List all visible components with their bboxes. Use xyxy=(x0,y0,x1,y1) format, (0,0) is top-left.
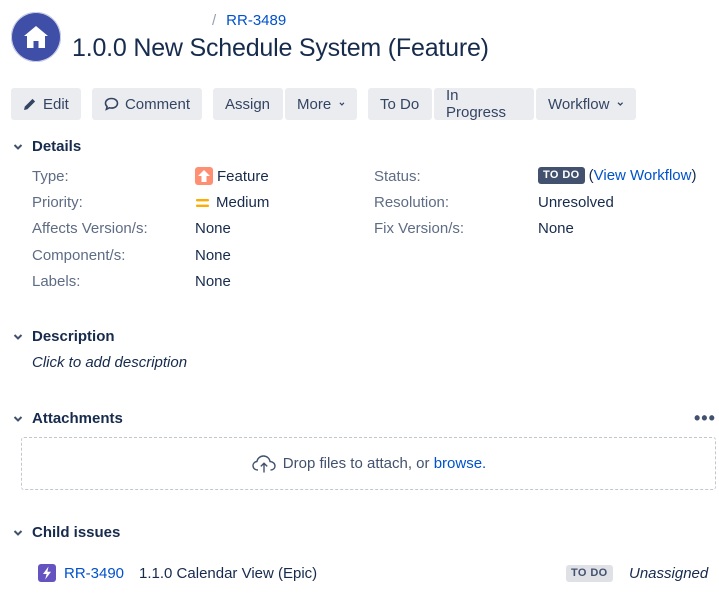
status-lozenge: TO DO xyxy=(538,167,585,184)
edit-button[interactable]: Edit xyxy=(11,88,81,120)
assign-label: Assign xyxy=(225,95,271,113)
workflow-button[interactable]: Workflow xyxy=(536,88,636,120)
pencil-icon xyxy=(24,98,36,110)
labels-value[interactable]: None xyxy=(195,273,231,290)
more-button[interactable]: More xyxy=(285,88,357,120)
in-progress-label: In Progress xyxy=(446,87,507,121)
comment-icon xyxy=(104,97,119,111)
comment-button[interactable]: Comment xyxy=(92,88,202,120)
type-label: Type: xyxy=(32,168,69,185)
child-issue-assignee: Unassigned xyxy=(629,564,709,582)
status-label: Status: xyxy=(374,168,421,185)
chevron-down-icon[interactable] xyxy=(10,139,26,155)
view-workflow-close-paren: ) xyxy=(691,167,697,184)
child-issue-row[interactable]: RR-3490 1.1.0 Calendar View (Epic) TO DO… xyxy=(38,562,710,584)
attachments-more-icon[interactable]: ••• xyxy=(694,408,716,429)
breadcrumb-separator: / xyxy=(212,12,217,29)
attachments-heading: Attachments xyxy=(32,410,123,427)
fix-version-value[interactable]: None xyxy=(538,220,574,237)
chevron-down-icon[interactable] xyxy=(10,525,26,541)
cloud-upload-icon xyxy=(252,454,276,472)
component-value[interactable]: None xyxy=(195,247,231,264)
page-title[interactable]: 1.0.0 New Schedule System (Feature) xyxy=(72,34,489,63)
labels-label: Labels: xyxy=(32,273,81,290)
attachments-section-header[interactable]: Attachments xyxy=(10,410,123,427)
to-do-label: To Do xyxy=(380,95,420,113)
description-section-header[interactable]: Description xyxy=(10,328,115,345)
house-icon xyxy=(24,26,48,48)
breadcrumb-issue-key[interactable]: RR-3489 xyxy=(226,12,286,29)
more-label: More xyxy=(297,95,332,113)
priority-value-text: Medium xyxy=(216,194,270,211)
drop-text: Drop files to attach, or xyxy=(282,455,430,472)
resolution-label: Resolution: xyxy=(374,194,450,211)
view-workflow-link[interactable]: View Workflow xyxy=(594,167,692,184)
browse-link[interactable]: browse. xyxy=(434,455,487,472)
assign-button[interactable]: Assign xyxy=(213,88,283,120)
priority-medium-icon xyxy=(196,198,209,207)
details-section-header[interactable]: Details xyxy=(10,138,81,155)
in-progress-button[interactable]: In Progress xyxy=(434,87,534,121)
affects-version-label: Affects Version/s: xyxy=(32,220,148,237)
type-value-text: Feature xyxy=(217,167,269,185)
to-do-button[interactable]: To Do xyxy=(368,88,432,120)
project-avatar[interactable] xyxy=(11,12,61,62)
workflow-label: Workflow xyxy=(548,95,610,113)
issue-toolbar: Edit Comment Assign More To Do In Progre… xyxy=(11,87,636,121)
child-issue-status-lozenge: TO DO xyxy=(566,564,613,582)
type-value: Feature xyxy=(195,167,269,185)
description-placeholder[interactable]: Click to add description xyxy=(32,354,187,371)
fix-version-label: Fix Version/s: xyxy=(374,220,465,237)
chevron-down-icon[interactable] xyxy=(10,411,26,427)
child-issue-summary[interactable]: 1.1.0 Calendar View (Epic) xyxy=(139,565,317,582)
resolution-value: Unresolved xyxy=(538,194,614,211)
epic-icon xyxy=(38,564,56,582)
attachment-dropzone[interactable]: Drop files to attach, or browse. xyxy=(21,437,716,490)
priority-label: Priority: xyxy=(32,194,83,211)
child-issues-section-header[interactable]: Child issues xyxy=(10,524,120,541)
chevron-down-icon[interactable] xyxy=(10,329,26,345)
comment-label: Comment xyxy=(124,95,190,113)
breadcrumb: / RR-3489 xyxy=(212,12,286,29)
details-heading: Details xyxy=(32,138,82,155)
edit-label: Edit xyxy=(43,95,69,113)
chevron-down-icon xyxy=(339,102,345,106)
description-heading: Description xyxy=(32,328,115,345)
priority-value: Medium xyxy=(195,194,269,211)
status-value: TO DO (View Workflow) xyxy=(538,167,696,184)
affects-version-value[interactable]: None xyxy=(195,220,231,237)
chevron-down-icon xyxy=(617,102,624,106)
child-issue-key[interactable]: RR-3490 xyxy=(64,565,124,582)
feature-type-icon xyxy=(195,167,213,185)
component-label: Component/s: xyxy=(32,247,126,264)
child-issues-heading: Child issues xyxy=(32,524,121,541)
